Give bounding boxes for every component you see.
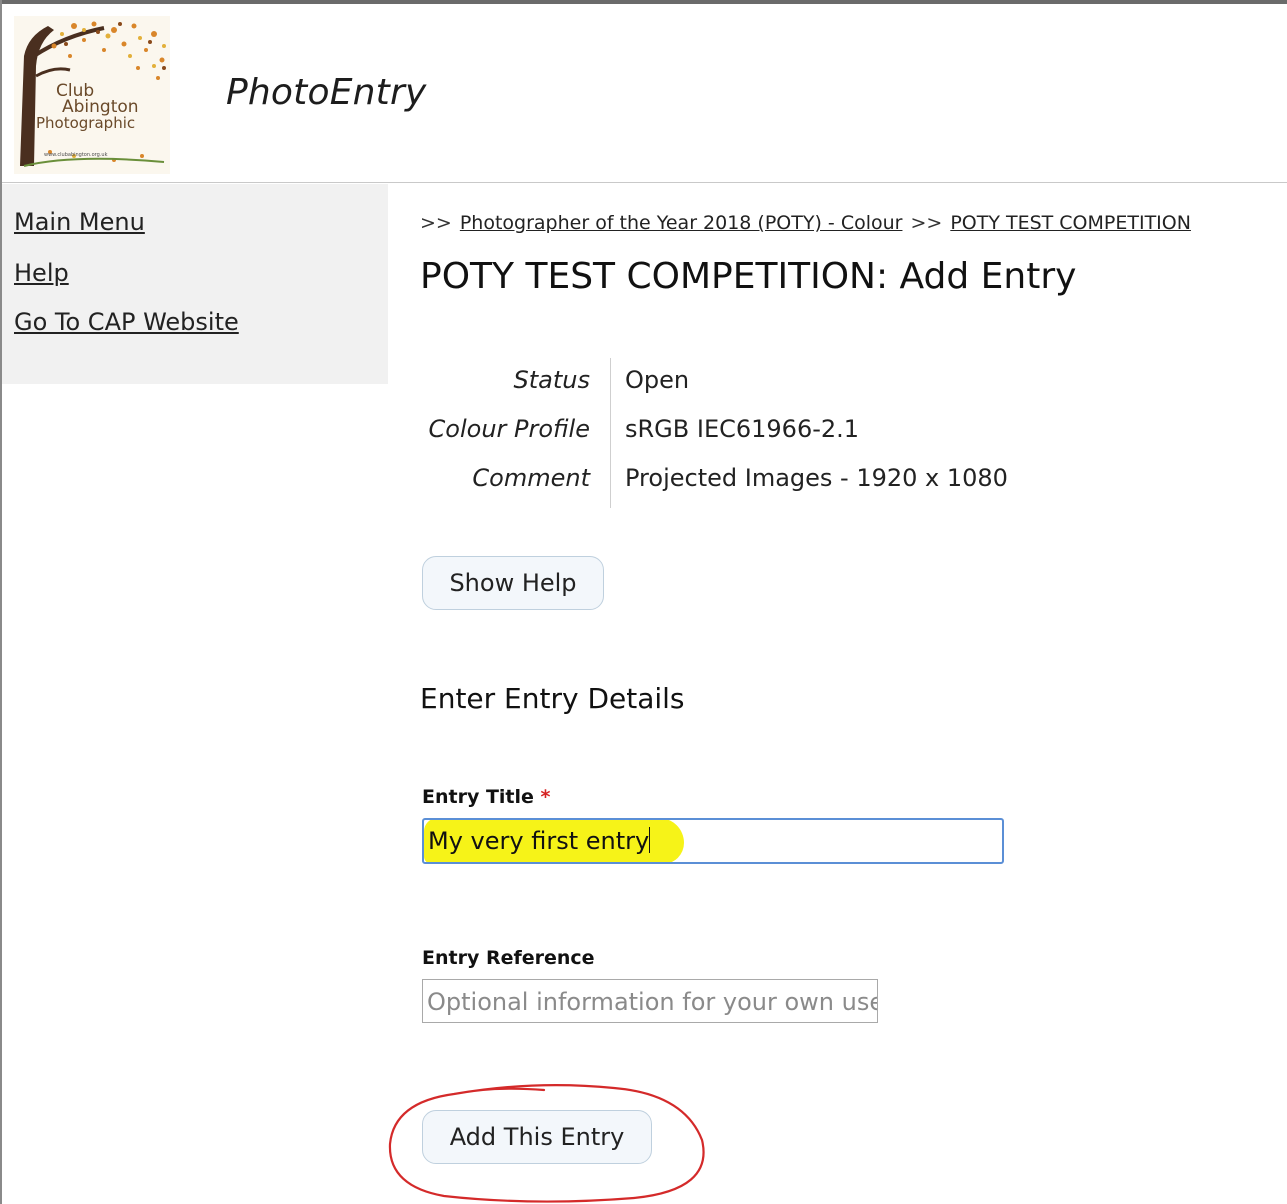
entry-title-value-text: My very first entry (428, 827, 650, 855)
entry-title-input[interactable]: My very first entry (422, 818, 1004, 864)
red-circle-annotation (388, 1084, 705, 1203)
entry-title-label: Entry Title * (422, 786, 550, 808)
entry-reference-input[interactable]: Optional information for your own use (422, 979, 878, 1023)
competition-details: Status Open Colour Profile sRGB IEC61966… (420, 358, 1120, 508)
breadcrumb-link-poty-colour[interactable]: Photographer of the Year 2018 (POTY) - C… (460, 212, 903, 234)
logo-text-url: www.clubabington.org.uk (44, 152, 108, 158)
logo-text-photographic: Photographic (36, 114, 135, 132)
text-caret (649, 827, 651, 853)
entry-title-label-text: Entry Title (422, 786, 534, 808)
breadcrumb: >> Photographer of the Year 2018 (POTY) -… (420, 212, 1199, 234)
detail-value: sRGB IEC61966-2.1 (625, 415, 860, 443)
breadcrumb-separator: >> (910, 212, 943, 234)
detail-row-status: Status Open (420, 360, 1120, 409)
breadcrumb-link-test-competition[interactable]: POTY TEST COMPETITION (950, 212, 1191, 234)
sidebar-item-main-menu[interactable]: Main Menu (14, 208, 145, 236)
entry-title-value: My very first entry (428, 827, 651, 855)
sidebar-item-help[interactable]: Help (14, 259, 69, 287)
page-title: POTY TEST COMPETITION: Add Entry (420, 256, 1077, 297)
detail-row-comment: Comment Projected Images - 1920 x 1080 (420, 458, 1120, 507)
section-heading: Enter Entry Details (420, 682, 685, 715)
site-header: Club Abington Photographic www.clubabing… (2, 4, 1287, 183)
detail-key: Colour Profile (428, 415, 590, 443)
entry-reference-placeholder: Optional information for your own use (427, 988, 878, 1016)
detail-value: Open (625, 366, 690, 394)
entry-reference-label: Entry Reference (422, 947, 595, 969)
app-title: PhotoEntry (226, 72, 427, 113)
breadcrumb-separator: >> (420, 212, 452, 234)
detail-key: Comment (472, 464, 590, 492)
sidebar: Main Menu Help Go To CAP Website (2, 184, 388, 384)
sidebar-item-cap-website[interactable]: Go To CAP Website (14, 308, 239, 336)
club-logo[interactable]: Club Abington Photographic www.clubabing… (14, 16, 170, 174)
detail-key: Status (513, 366, 590, 394)
show-help-button[interactable]: Show Help (422, 556, 604, 610)
required-marker: * (540, 786, 551, 808)
main-content: >> Photographer of the Year 2018 (POTY) -… (388, 184, 1280, 1204)
detail-row-colour-profile: Colour Profile sRGB IEC61966-2.1 (420, 409, 1120, 458)
detail-value: Projected Images - 1920 x 1080 (625, 464, 1008, 492)
